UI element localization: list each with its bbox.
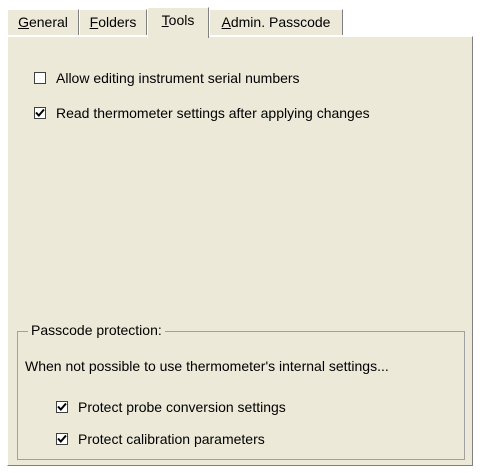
passcode-protection-group: Passcode protection: When not possible t… (17, 322, 465, 460)
allow-editing-serials-checkbox[interactable] (34, 72, 46, 84)
tab-folders-mnemonic: F (89, 14, 99, 30)
check-icon (57, 434, 67, 443)
tab-tools[interactable]: Tools (147, 7, 209, 38)
tab-general[interactable]: General (7, 9, 79, 35)
passcode-protection-title: Passcode protection: (28, 322, 165, 338)
tab-tools-mnemonic: T (161, 12, 169, 28)
protect-probe-label: Protect probe conversion settings (78, 399, 286, 415)
tab-admin-rest: dmin. Passcode (230, 14, 331, 30)
allow-editing-serials-label: Allow editing instrument serial numbers (56, 70, 300, 86)
option-allow-editing-serials[interactable]: Allow editing instrument serial numbers (34, 70, 300, 86)
protect-probe-checkbox[interactable] (56, 401, 68, 413)
tab-folders[interactable]: Folders (79, 9, 147, 35)
option-protect-calibration[interactable]: Protect calibration parameters (56, 431, 265, 447)
tab-admin-passcode[interactable]: Admin. Passcode (209, 9, 343, 35)
tab-admin-mnemonic: A (221, 14, 231, 30)
read-settings-checkbox[interactable] (34, 107, 46, 119)
tab-tools-rest: ools (168, 12, 195, 28)
option-read-settings[interactable]: Read thermometer settings after applying… (34, 105, 370, 121)
protect-calibration-checkbox[interactable] (56, 433, 68, 445)
passcode-description-text: When not possible to use thermometer's i… (25, 358, 389, 374)
protect-calibration-label: Protect calibration parameters (78, 431, 265, 447)
check-icon (35, 108, 45, 117)
tab-general-rest: eneral (28, 14, 68, 30)
check-icon (57, 402, 67, 411)
passcode-description: When not possible to use thermometer's i… (25, 358, 389, 374)
tab-general-mnemonic: G (18, 14, 29, 30)
option-protect-probe[interactable]: Protect probe conversion settings (56, 399, 286, 415)
tab-folders-rest: olders (98, 14, 137, 30)
read-settings-label: Read thermometer settings after applying… (56, 105, 370, 121)
